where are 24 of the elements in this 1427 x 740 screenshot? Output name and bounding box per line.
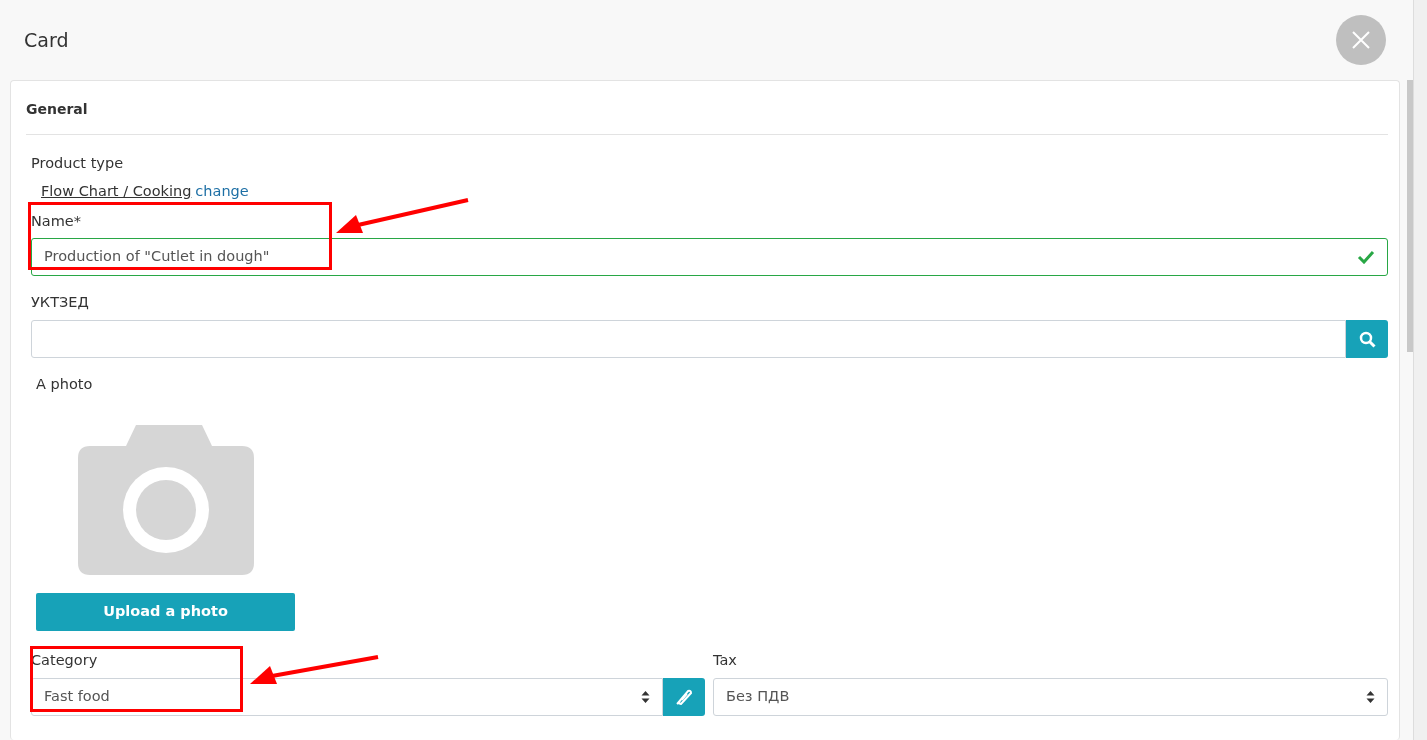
field-label: Category xyxy=(31,650,98,670)
section-title: General xyxy=(26,100,89,119)
field-label: A photo xyxy=(36,375,93,394)
close-button[interactable] xyxy=(1336,15,1386,65)
field-label: Name* xyxy=(31,211,82,231)
category-select[interactable]: Fast food xyxy=(31,677,663,716)
code-field[interactable] xyxy=(31,320,1346,358)
caret-icon xyxy=(641,689,650,704)
product-type-link[interactable]: Flow Chart / Cooking xyxy=(41,180,192,203)
name-field[interactable]: Production of "Cutlet in dough" xyxy=(31,238,1388,277)
change-link[interactable]: change xyxy=(195,180,249,203)
check-icon xyxy=(1357,250,1375,265)
field-label: Tax xyxy=(713,650,737,670)
scrollbar[interactable] xyxy=(1407,80,1413,352)
search-button[interactable] xyxy=(1346,320,1388,358)
search-icon xyxy=(1358,330,1376,348)
pencil-icon xyxy=(675,688,693,705)
close-icon xyxy=(1352,31,1370,49)
dialog-title: Card xyxy=(24,27,69,53)
field-label: УКТЗЕД xyxy=(31,293,89,313)
tax-select[interactable]: Без ПДВ xyxy=(713,677,1388,716)
field-label: Product type xyxy=(31,154,124,173)
caret-icon xyxy=(1366,689,1375,704)
edit-button[interactable] xyxy=(663,677,705,716)
